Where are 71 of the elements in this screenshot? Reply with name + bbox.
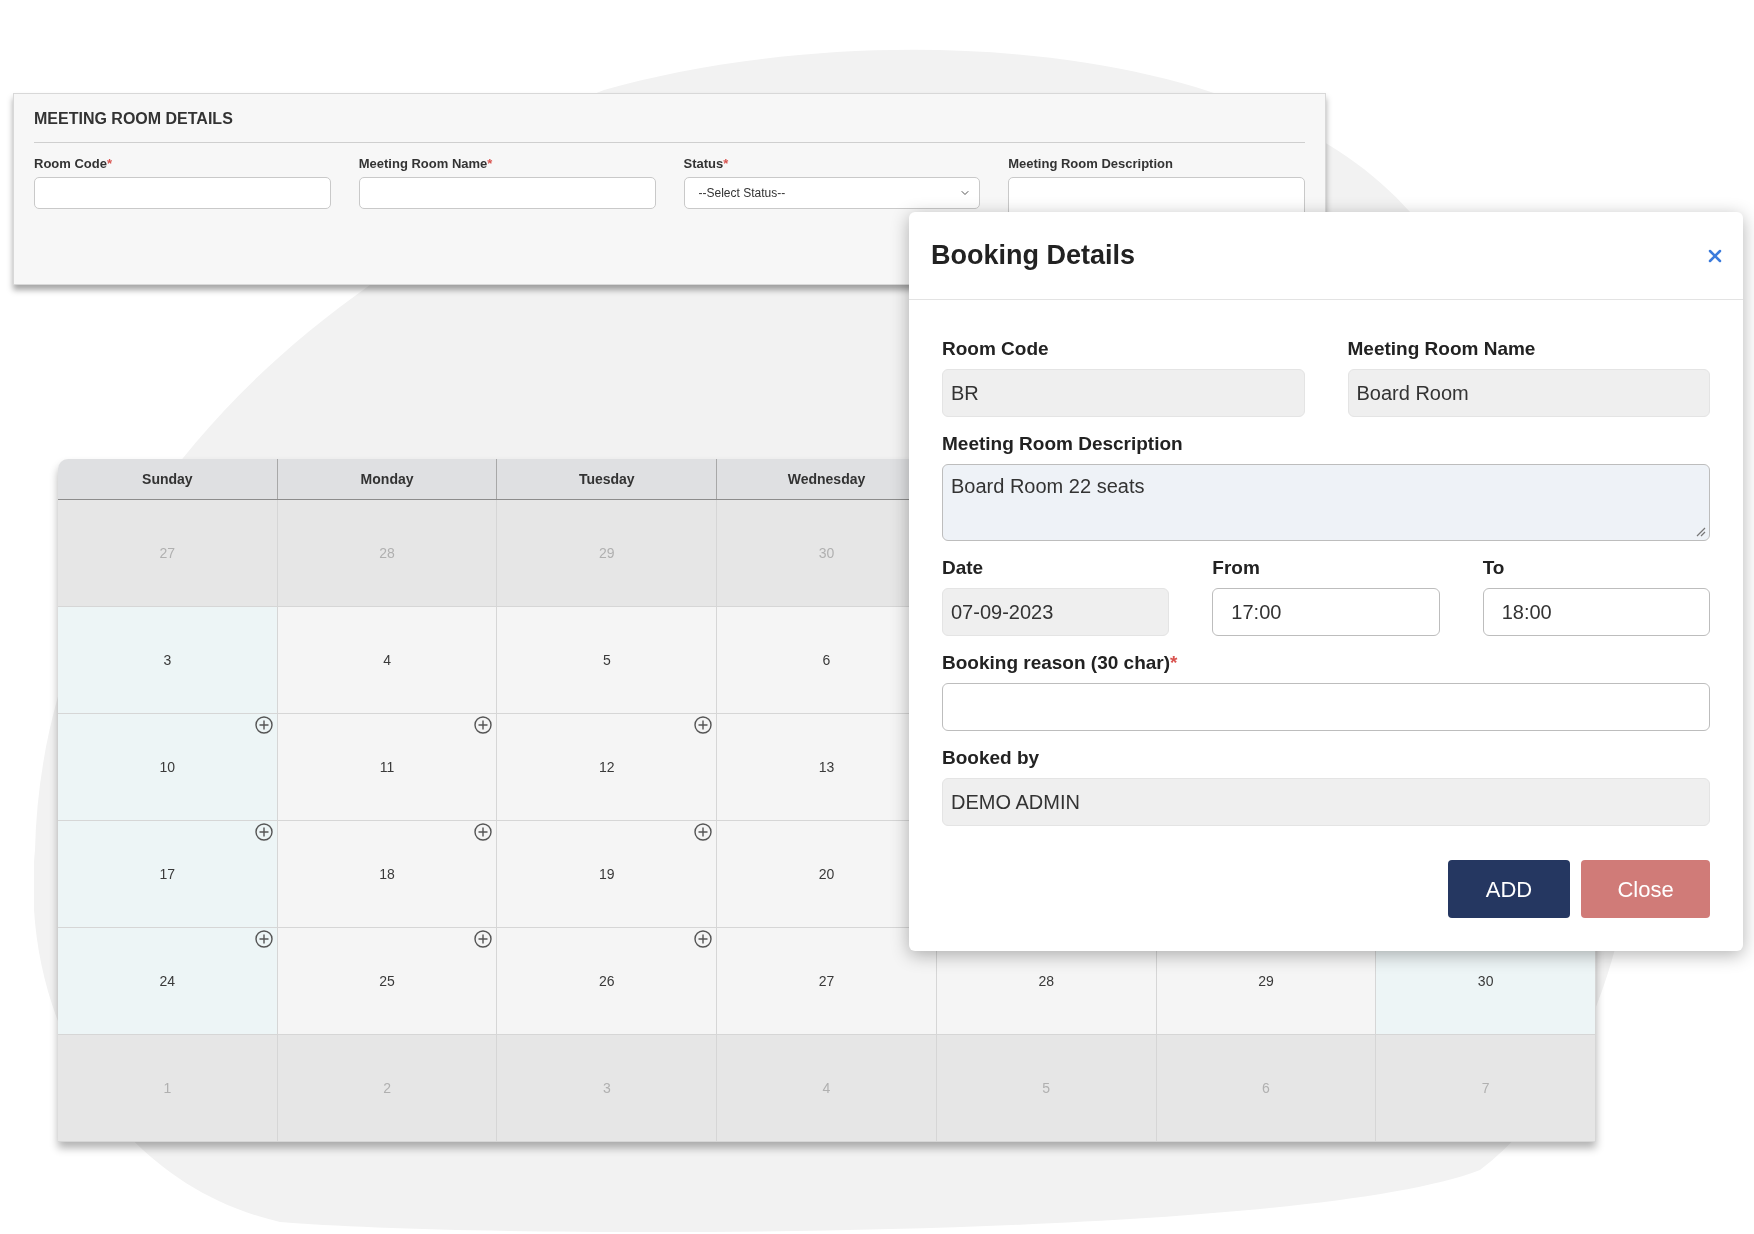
field-label: Room Code — [942, 337, 1049, 361]
day-cell[interactable]: 3 — [58, 607, 278, 714]
resize-grip-icon[interactable] — [1696, 527, 1706, 537]
text-field[interactable]: Board Room — [1347, 369, 1710, 417]
add-icon[interactable] — [254, 716, 273, 734]
day-number: 24 — [159, 971, 176, 991]
add-icon[interactable] — [254, 823, 273, 841]
select-field[interactable]: --Select Status-- — [683, 177, 981, 209]
add-icon[interactable] — [474, 930, 493, 948]
day-number: 5 — [602, 650, 611, 670]
day-number: 28 — [1038, 971, 1054, 991]
weekday-label: Sunday — [142, 469, 193, 489]
field-label: From — [1212, 556, 1260, 580]
field-label: Meeting Room Name* — [358, 156, 493, 172]
weekday-label: Tuesday — [578, 469, 635, 489]
text-field[interactable]: 18:00 — [1482, 588, 1710, 636]
day-number: 6 — [822, 650, 831, 670]
day-cell[interactable]: 25 — [277, 928, 498, 1035]
text-field[interactable]: 07-09-2023 — [942, 588, 1170, 636]
add-icon[interactable] — [694, 930, 713, 948]
text-field[interactable]: DEMO ADMIN — [942, 778, 1710, 826]
day-number: 29 — [1258, 971, 1274, 991]
day-cell[interactable]: 26 — [497, 928, 718, 1035]
weekday-label: Monday — [360, 469, 414, 489]
day-cell[interactable]: 10 — [58, 714, 278, 821]
field-label: Meeting Room Name — [1347, 337, 1536, 361]
day-cell[interactable]: 17 — [58, 821, 278, 928]
day-number: 19 — [599, 864, 615, 884]
text-field[interactable]: 17:00 — [1212, 588, 1440, 636]
day-number: 25 — [379, 971, 395, 991]
field-label: Meeting Room Description — [942, 432, 1183, 456]
text-field[interactable] — [942, 683, 1710, 731]
day-cell[interactable]: 5 — [497, 607, 718, 714]
field-label: Date — [942, 556, 984, 580]
field-label: To — [1482, 556, 1505, 580]
day-number: 18 — [379, 864, 395, 884]
panel-title: MEETING ROOM DETAILS — [34, 109, 233, 129]
text-field[interactable]: BR — [942, 369, 1305, 417]
field-label: Booking reason (30 char)* — [942, 651, 1178, 675]
add-icon[interactable] — [254, 930, 273, 948]
text-input[interactable] — [358, 177, 656, 209]
text-input[interactable] — [34, 177, 331, 209]
add-icon[interactable] — [474, 716, 493, 734]
add-icon[interactable] — [694, 716, 713, 734]
day-cell[interactable]: 19 — [497, 821, 718, 928]
day-number: 17 — [159, 864, 176, 884]
day-cell[interactable]: 4 — [277, 607, 498, 714]
day-number: 27 — [818, 971, 835, 991]
day-number: 3 — [163, 650, 172, 670]
weekday-label: Wednesday — [787, 469, 866, 489]
field-label: Room Code* — [34, 156, 112, 172]
add-icon[interactable] — [474, 823, 493, 841]
day-cell[interactable]: 12 — [497, 714, 718, 821]
add-icon[interactable] — [694, 823, 713, 841]
add-button[interactable]: ADD — [1448, 860, 1570, 918]
day-number: 11 — [379, 757, 395, 777]
text-area[interactable]: Board Room 22 seats — [942, 464, 1710, 541]
day-cell[interactable]: 24 — [58, 928, 278, 1035]
day-number: 13 — [818, 757, 835, 777]
day-number: 4 — [383, 650, 391, 670]
day-number: 10 — [159, 757, 176, 777]
field-label: Booked by — [942, 746, 1040, 770]
dialog-title: Booking Details — [931, 239, 1136, 273]
day-number: 12 — [599, 757, 615, 777]
field-label: Status* — [683, 156, 729, 172]
field-label: Meeting Room Description — [1008, 156, 1173, 172]
day-number: 20 — [818, 864, 835, 884]
day-cell[interactable]: 11 — [277, 714, 498, 821]
day-cell[interactable]: 18 — [277, 821, 498, 928]
day-number: 26 — [599, 971, 615, 991]
day-number: 30 — [1477, 971, 1494, 991]
